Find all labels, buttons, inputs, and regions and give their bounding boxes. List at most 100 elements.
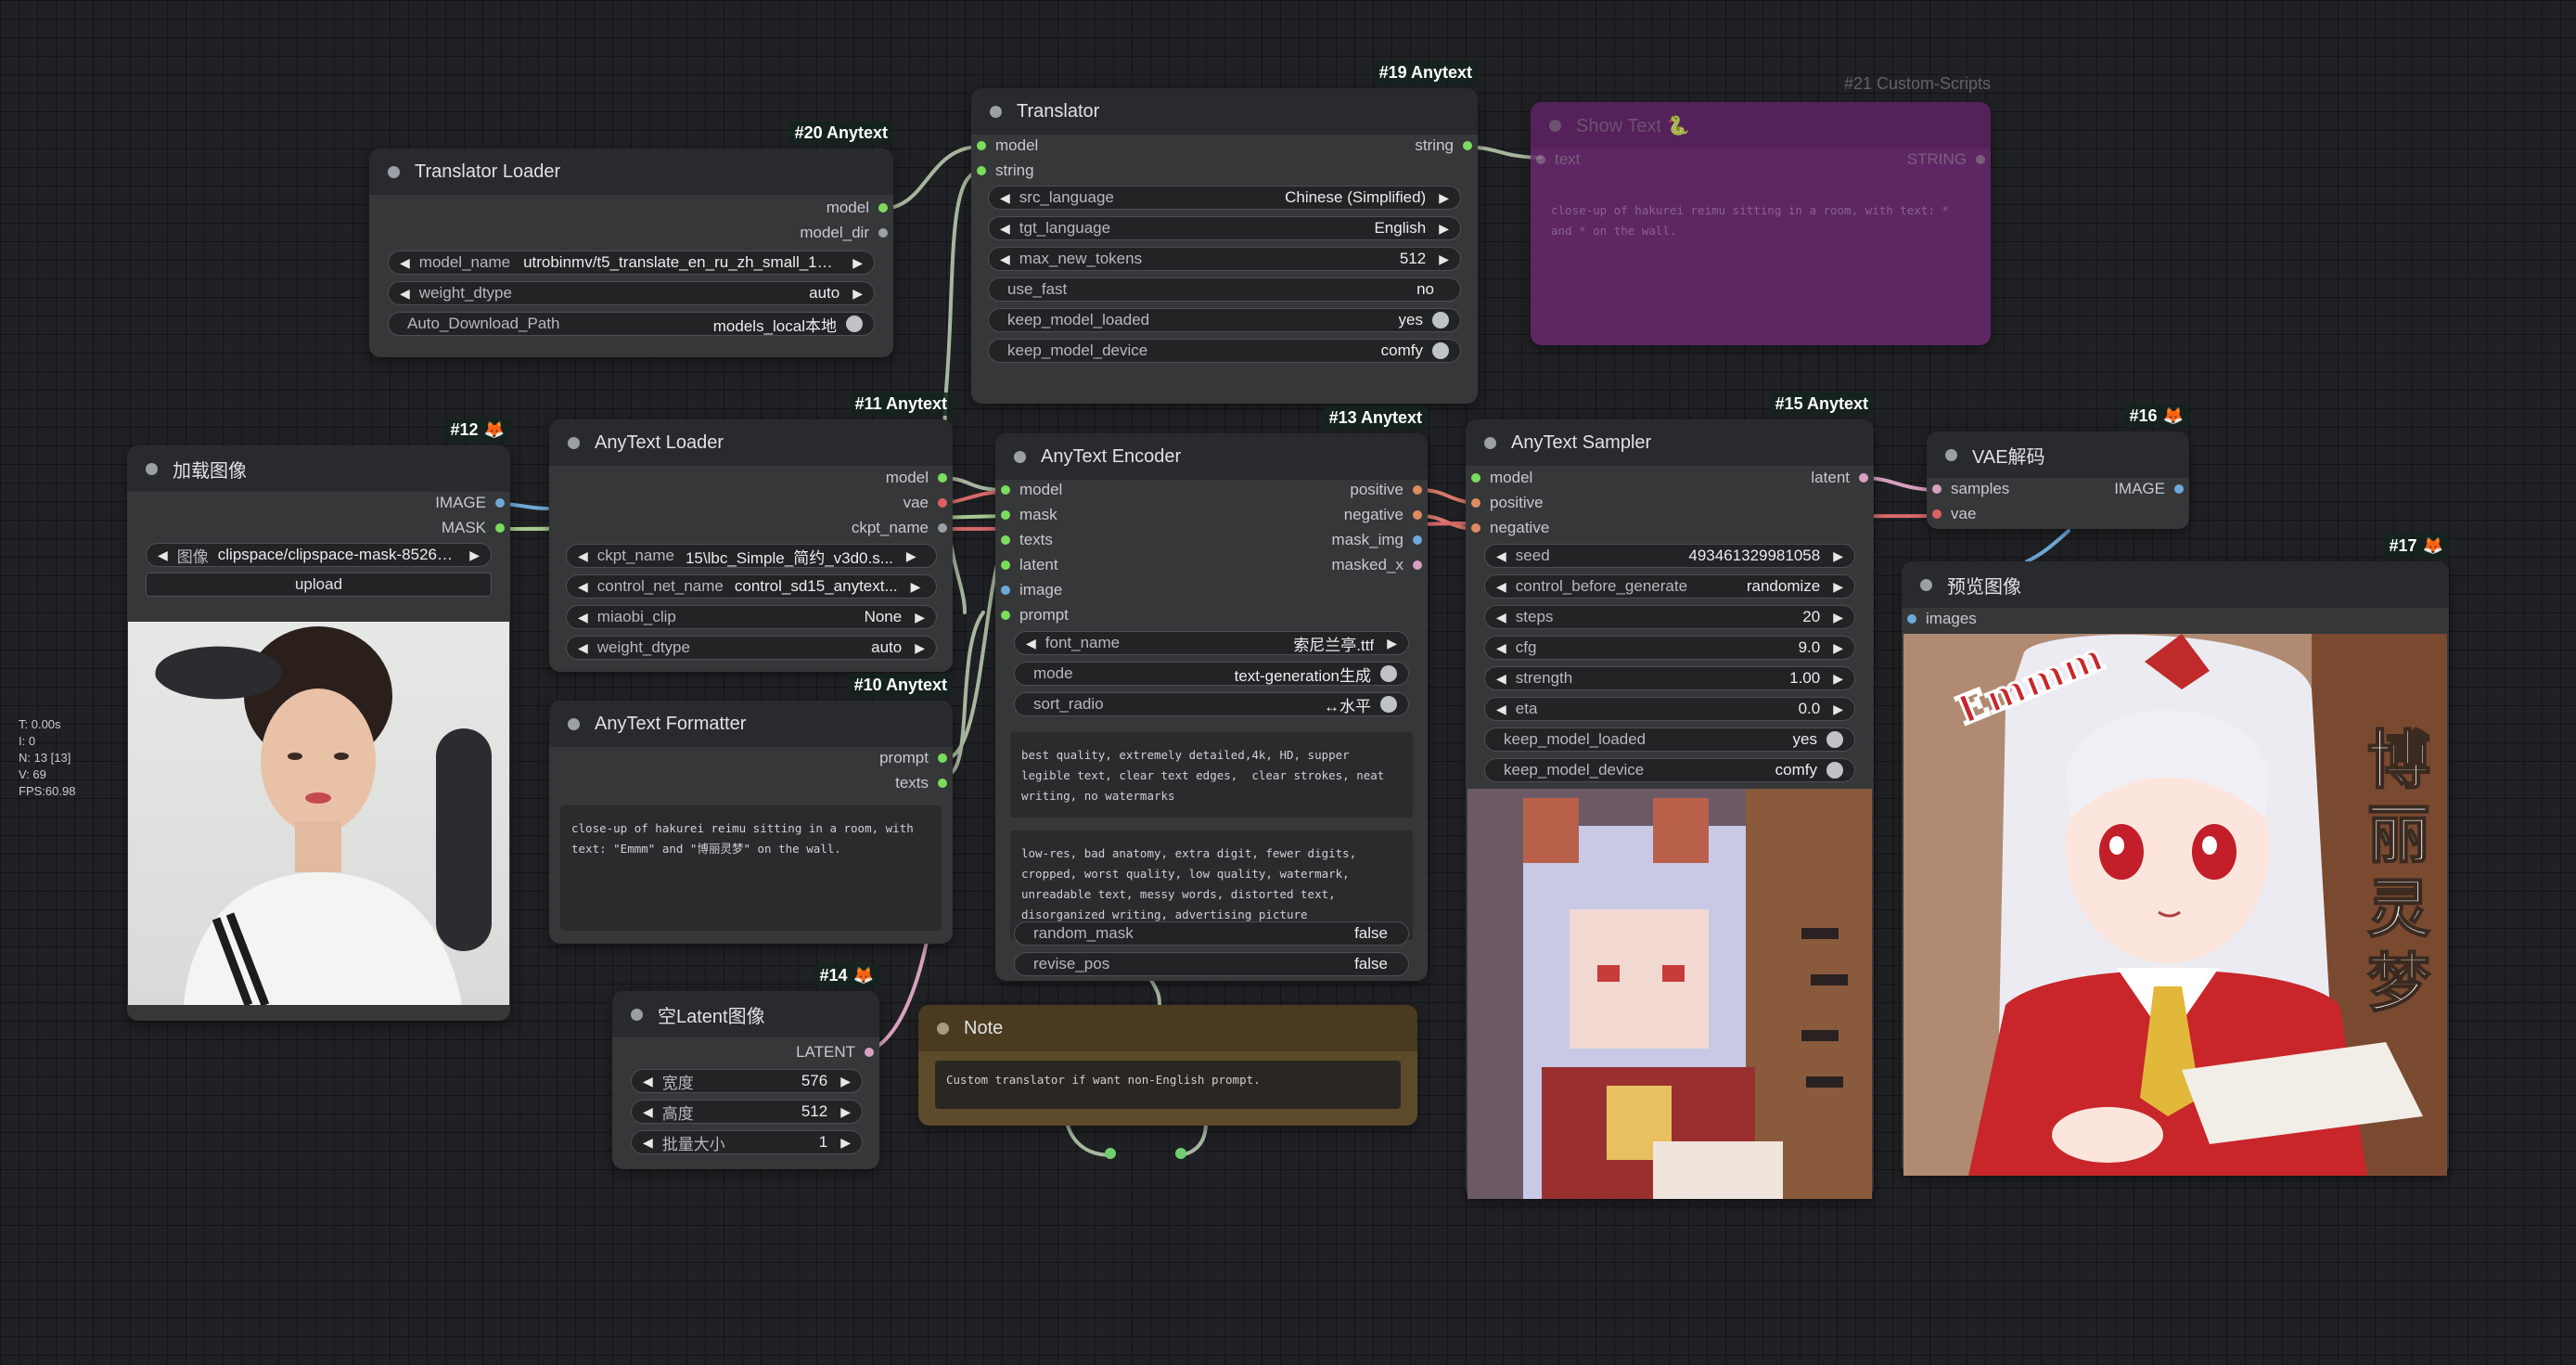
- widget-font-name[interactable]: ◀ font_name 索尼兰亭.ttf ▶: [1014, 631, 1409, 655]
- anytext-encoder-node[interactable]: #13 Anytext AnyText Encoder model mask t…: [995, 406, 1428, 981]
- collapse-dot-icon[interactable]: [1920, 578, 1932, 591]
- output-dot-icon[interactable]: [938, 753, 947, 763]
- preview-image-node[interactable]: #17 🦊 预览图像 images Emmm 博 丽 灵 梦: [1902, 534, 2449, 1176]
- input-dot-icon[interactable]: [1001, 560, 1010, 570]
- output-dot-icon[interactable]: [865, 1048, 874, 1057]
- arrow-right-icon[interactable]: ▶: [1833, 610, 1843, 625]
- arrow-right-icon[interactable]: ▶: [911, 579, 921, 595]
- collapse-dot-icon[interactable]: [1945, 448, 1957, 461]
- widget-height[interactable]: ◀ 高度 512 ▶: [631, 1100, 863, 1124]
- output-model[interactable]: model: [827, 199, 893, 217]
- upload-button[interactable]: upload: [146, 573, 492, 597]
- anytext-sampler-node[interactable]: #15 Anytext AnyText Sampler model positi…: [1466, 393, 1874, 1199]
- widget-steps[interactable]: ◀ steps 20 ▶: [1484, 605, 1855, 629]
- arrow-right-icon[interactable]: ▶: [840, 1074, 851, 1089]
- widget-src-language[interactable]: ◀ src_language Chinese (Simplified) ▶: [988, 186, 1461, 210]
- widget-keep-model-device[interactable]: keep_model_device comfy: [988, 339, 1461, 363]
- output-dot-icon[interactable]: [495, 498, 505, 508]
- widget-tgt-language[interactable]: ◀ tgt_language English ▶: [988, 216, 1461, 240]
- arrow-right-icon[interactable]: ▶: [469, 547, 480, 563]
- output-dot-icon[interactable]: [1413, 535, 1422, 545]
- input-negative[interactable]: negative: [1466, 519, 1549, 537]
- widget-keep-model-device[interactable]: keep_model_device comfy: [1484, 758, 1855, 782]
- toggle-knob-icon[interactable]: [1380, 696, 1397, 713]
- input-samples[interactable]: samples: [1927, 480, 2009, 498]
- input-dot-icon[interactable]: [1001, 535, 1010, 545]
- output-string[interactable]: string: [1415, 136, 1478, 155]
- input-positive[interactable]: positive: [1466, 494, 1544, 512]
- output-dot-icon[interactable]: [938, 473, 947, 483]
- collapse-dot-icon[interactable]: [388, 165, 400, 178]
- output-dot-icon[interactable]: [878, 203, 888, 212]
- arrow-left-icon[interactable]: ◀: [1496, 702, 1506, 717]
- output-dot-icon[interactable]: [938, 523, 947, 533]
- output-dot-icon[interactable]: [1413, 560, 1422, 570]
- arrow-right-icon[interactable]: ▶: [1833, 702, 1843, 717]
- arrow-left-icon[interactable]: ◀: [158, 547, 168, 563]
- arrow-left-icon[interactable]: ◀: [1000, 251, 1010, 267]
- node-title-bar[interactable]: Translator Loader: [369, 148, 893, 195]
- arrow-left-icon[interactable]: ◀: [1000, 190, 1010, 206]
- output-model[interactable]: model: [886, 469, 953, 487]
- note-node[interactable]: Note Custom translator if want non-Engli…: [918, 1005, 1417, 1126]
- output-masked-x[interactable]: masked_x: [1332, 556, 1428, 574]
- arrow-left-icon[interactable]: ◀: [400, 255, 410, 271]
- arrow-right-icon[interactable]: ▶: [1833, 579, 1843, 595]
- output-dot-icon[interactable]: [1859, 473, 1868, 483]
- collapse-dot-icon[interactable]: [146, 462, 158, 475]
- input-images[interactable]: images: [1902, 610, 1977, 628]
- input-dot-icon[interactable]: [1932, 509, 1942, 519]
- positive-prompt-textarea[interactable]: best quality, extremely detailed,4k, HD,…: [1010, 732, 1413, 818]
- input-dot-icon[interactable]: [1471, 523, 1480, 533]
- widget-ckpt-name[interactable]: ◀ ckpt_name 15\lbc_Simple_简约_v3d0.s... ▶: [566, 544, 937, 568]
- widget-batch-size[interactable]: ◀ 批量大小 1 ▶: [631, 1130, 863, 1154]
- input-dot-icon[interactable]: [1907, 614, 1916, 624]
- output-image[interactable]: IMAGE: [435, 494, 510, 512]
- output-dot-icon[interactable]: [1413, 510, 1422, 520]
- collapse-dot-icon[interactable]: [1549, 119, 1561, 132]
- input-dot-icon[interactable]: [1001, 611, 1010, 620]
- empty-latent-node[interactable]: #14 🦊 空Latent图像 LATENT ◀ 宽度 576 ▶ ◀ 高度 512 ▶ ◀ 批…: [612, 964, 879, 1169]
- toggle-knob-icon[interactable]: [1826, 731, 1843, 748]
- node-title-bar[interactable]: 空Latent图像: [612, 991, 879, 1037]
- arrow-right-icon[interactable]: ▶: [906, 548, 916, 564]
- node-title-bar[interactable]: VAE解码: [1927, 431, 2189, 478]
- widget-cfg[interactable]: ◀ cfg 9.0 ▶: [1484, 636, 1855, 660]
- show-text-node[interactable]: #21 Custom-Scripts Show Text 🐍 text STRI…: [1531, 74, 1991, 345]
- node-title-bar[interactable]: AnyText Loader: [549, 419, 953, 466]
- input-dot-icon[interactable]: [977, 141, 986, 150]
- input-vae[interactable]: vae: [1927, 505, 1976, 523]
- widget-keep-model-loaded[interactable]: keep_model_loaded yes: [1484, 728, 1855, 752]
- output-texts[interactable]: texts: [895, 774, 953, 792]
- input-dot-icon[interactable]: [1001, 510, 1010, 520]
- collapse-dot-icon[interactable]: [568, 436, 580, 449]
- arrow-left-icon[interactable]: ◀: [578, 579, 588, 595]
- input-dot-icon[interactable]: [1001, 586, 1010, 595]
- toggle-knob-icon[interactable]: [1380, 665, 1397, 682]
- output-dot-icon[interactable]: [1976, 155, 1985, 164]
- input-image[interactable]: image: [995, 581, 1062, 599]
- input-mask[interactable]: mask: [995, 506, 1057, 524]
- arrow-right-icon[interactable]: ▶: [1833, 548, 1843, 564]
- output-mask-img[interactable]: mask_img: [1332, 531, 1428, 549]
- load-image-node[interactable]: #12 🦊 加载图像 IMAGE MASK ◀ 图像 clipspace/clipsp…: [127, 419, 510, 1021]
- output-dot-icon[interactable]: [938, 779, 947, 788]
- input-string[interactable]: string: [971, 161, 1034, 180]
- arrow-left-icon[interactable]: ◀: [1026, 636, 1036, 651]
- widget-control-net-name[interactable]: ◀ control_net_name control_sd15_anytext...…: [566, 574, 937, 599]
- widget-miaobi-clip[interactable]: ◀ miaobi_clip None ▶: [566, 605, 937, 629]
- collapse-dot-icon[interactable]: [631, 1008, 643, 1021]
- output-positive[interactable]: positive: [1350, 481, 1428, 499]
- input-dot-icon[interactable]: [1471, 473, 1480, 483]
- output-mask[interactable]: MASK: [442, 519, 510, 537]
- arrow-right-icon[interactable]: ▶: [852, 286, 863, 302]
- arrow-right-icon[interactable]: ▶: [840, 1104, 851, 1120]
- output-dot-icon[interactable]: [1413, 485, 1422, 495]
- arrow-left-icon[interactable]: ◀: [578, 640, 588, 656]
- output-latent[interactable]: LATENT: [796, 1043, 879, 1062]
- arrow-left-icon[interactable]: ◀: [1496, 610, 1506, 625]
- arrow-left-icon[interactable]: ◀: [400, 286, 410, 302]
- widget-sort-radio[interactable]: sort_radio ↔水平: [1014, 692, 1409, 716]
- widget-model-name[interactable]: ◀ model_name utrobinmv/t5_translate_en_ru_…: [388, 251, 875, 275]
- widget-mode[interactable]: mode text-generation生成: [1014, 662, 1409, 686]
